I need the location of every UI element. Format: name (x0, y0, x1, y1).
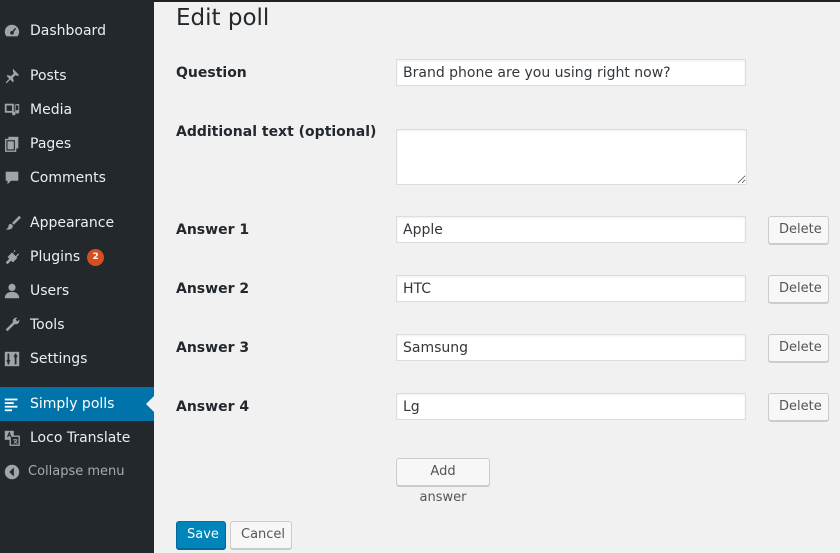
answer-input[interactable] (396, 275, 746, 302)
media-icon (4, 103, 20, 116)
page-title: Edit poll (176, 5, 270, 31)
paintbrush-icon (5, 215, 21, 230)
delete-answer-button[interactable]: Delete (768, 216, 829, 244)
answer-label: Answer 4 (176, 399, 250, 415)
sidebar-item-label: Comments (30, 170, 106, 186)
sidebar-item-label: Media (30, 102, 73, 118)
dashboard-icon (4, 24, 20, 37)
admin-sidebar: Dashboard Posts Media Pages Comments App… (0, 0, 154, 553)
question-input[interactable] (396, 59, 746, 86)
additional-text-textarea[interactable] (396, 129, 747, 185)
delete-answer-button[interactable]: Delete (768, 275, 829, 303)
answer-input[interactable] (396, 216, 746, 243)
sidebar-item-label: Tools (30, 317, 65, 333)
user-icon (4, 283, 20, 299)
comment-icon (5, 171, 19, 185)
sidebar-item-label: Loco Translate (30, 430, 131, 446)
sidebar-item-label: Appearance (30, 215, 115, 231)
sidebar-item-tools[interactable]: Tools (0, 308, 154, 342)
delete-answer-button[interactable]: Delete (768, 334, 829, 362)
answer-input[interactable] (396, 393, 746, 420)
list-icon (4, 398, 18, 412)
answer-label: Answer 2 (176, 281, 250, 297)
question-label: Question (176, 65, 247, 81)
sidebar-item-settings[interactable]: Settings (0, 342, 154, 376)
wrench-icon (5, 317, 20, 332)
additional-text-label: Additional text (optional) (176, 124, 377, 140)
sidebar-item-media[interactable]: Media (0, 93, 154, 127)
update-count-badge: 2 (87, 249, 105, 266)
collapse-menu-button[interactable]: Collapse menu (0, 455, 154, 489)
add-answer-button[interactable]: Add answer (396, 458, 490, 505)
sidebar-item-comments[interactable]: Comments (0, 161, 154, 195)
plugin-icon (5, 249, 20, 265)
delete-answer-button[interactable]: Delete (768, 393, 829, 421)
answer-label: Answer 3 (176, 340, 250, 356)
sidebar-item-loco-translate[interactable]: Loco Translate (0, 421, 154, 455)
sliders-icon (4, 351, 20, 367)
pages-icon (5, 136, 19, 152)
answer-label: Answer 1 (176, 222, 250, 238)
sidebar-item-dashboard[interactable]: Dashboard (0, 14, 154, 48)
sidebar-item-label: Pages (30, 136, 72, 152)
answer-input[interactable] (396, 334, 746, 361)
cancel-button[interactable]: Cancel (230, 521, 292, 549)
sidebar-item-posts[interactable]: Posts (0, 59, 154, 93)
collapse-menu-label: Collapse menu (28, 464, 125, 479)
sidebar-item-simply-polls[interactable]: Simply polls (0, 387, 154, 421)
sidebar-item-label: Posts (30, 68, 67, 84)
save-button[interactable]: Save (176, 521, 226, 549)
pushpin-icon (5, 68, 20, 84)
collapse-arrow-icon (4, 464, 20, 480)
translate-icon (4, 430, 20, 446)
sidebar-item-label: Simply polls (30, 396, 115, 412)
sidebar-item-plugins[interactable]: Plugins 2 (0, 240, 154, 274)
sidebar-item-label: Dashboard (30, 23, 106, 39)
main-content: Edit poll Question Additional text (opti… (154, 0, 840, 553)
sidebar-item-label: Plugins 2 (30, 248, 105, 266)
sidebar-item-pages[interactable]: Pages (0, 127, 154, 161)
sidebar-item-label: Settings (30, 351, 88, 367)
sidebar-item-users[interactable]: Users (0, 274, 154, 308)
sidebar-item-label: Users (30, 283, 70, 299)
sidebar-item-appearance[interactable]: Appearance (0, 206, 154, 240)
